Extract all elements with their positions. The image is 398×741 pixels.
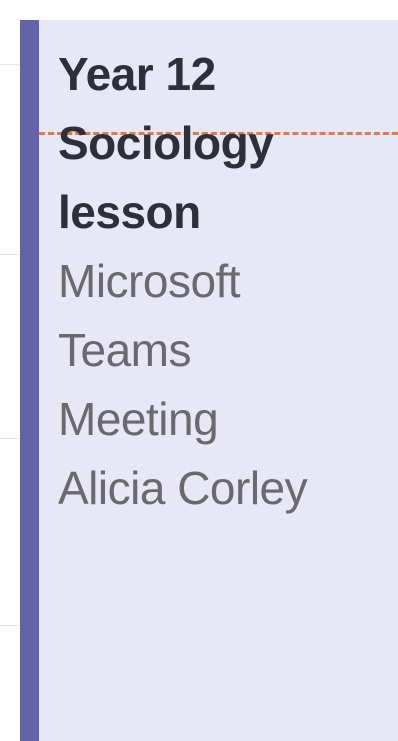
event-details: Year 12 Sociology lesson Microsoft Teams…	[58, 40, 390, 523]
calendar-gridline	[0, 64, 20, 65]
event-title-line: Sociology	[58, 117, 274, 169]
event-accent-bar	[20, 20, 39, 741]
event-location-line: Teams	[58, 324, 191, 376]
event-title-line: lesson	[58, 186, 201, 238]
event-title-line: Year 12	[58, 48, 216, 100]
event-location-line: Microsoft	[58, 255, 241, 307]
event-organizer: Alicia Corley	[58, 462, 308, 514]
event-location-line: Meeting	[58, 393, 219, 445]
calendar-gridline	[0, 254, 20, 255]
calendar-event-card[interactable]: Year 12 Sociology lesson Microsoft Teams…	[20, 20, 398, 741]
calendar-gridline	[0, 625, 20, 626]
calendar-gridline	[0, 438, 20, 439]
